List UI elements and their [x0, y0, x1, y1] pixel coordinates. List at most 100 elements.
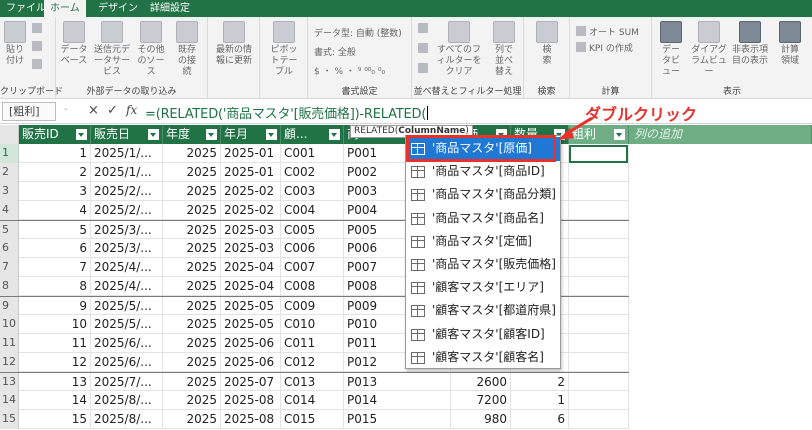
table-cell[interactable]: C006	[281, 239, 344, 258]
column-header-1[interactable]: 販売ID	[19, 125, 91, 144]
table-cell[interactable]: C007	[281, 258, 344, 277]
copy-button[interactable]	[32, 23, 45, 35]
table-cell[interactable]: 4	[19, 201, 91, 220]
table-cell[interactable]: 1	[511, 391, 569, 410]
table-cell[interactable]: 2025/8/...	[91, 391, 163, 410]
table-cell[interactable]: 980	[451, 410, 511, 429]
table-cell[interactable]: 2025/7/...	[91, 373, 163, 392]
gross-profit-cell[interactable]	[569, 373, 629, 392]
table-cell[interactable]: 13	[19, 373, 91, 392]
gross-profit-cell[interactable]	[569, 334, 629, 353]
row-number[interactable]: 15	[0, 410, 19, 429]
autocomplete-item[interactable]: '顧客マスタ'[顧客ID]	[406, 323, 560, 347]
autocomplete-item[interactable]: '顧客マスタ'[都道府県]	[406, 299, 560, 323]
gross-profit-cell[interactable]	[569, 391, 629, 410]
row-number[interactable]: 14	[0, 391, 19, 410]
format-dropdown[interactable]: 書式: 全般	[314, 45, 356, 58]
table-cell[interactable]: C010	[281, 315, 344, 334]
table-cell[interactable]: 2025	[163, 182, 221, 201]
table-cell[interactable]: 2025	[163, 163, 221, 182]
gross-profit-cell[interactable]	[569, 258, 629, 277]
table-cell[interactable]: C011	[281, 334, 344, 353]
enter-formula-button[interactable]: ✓	[107, 103, 118, 118]
existing-connection-button[interactable]: 既存の接続	[170, 21, 204, 78]
table-cell[interactable]: 2025-08	[221, 391, 281, 410]
table-cell[interactable]: 2025	[163, 239, 221, 258]
table-cell[interactable]: P014	[344, 391, 451, 410]
table-cell[interactable]: 7200	[451, 391, 511, 410]
table-cell[interactable]: 2025	[163, 144, 221, 163]
table-cell[interactable]: 2025/1/...	[91, 163, 163, 182]
row-number[interactable]: 7	[0, 258, 19, 277]
table-cell[interactable]: 2025/3/...	[91, 221, 163, 240]
table-cell[interactable]: C012	[281, 353, 344, 372]
row-number[interactable]: 9	[0, 297, 19, 316]
row-number[interactable]: 13	[0, 373, 19, 392]
table-cell[interactable]: 2	[19, 163, 91, 182]
table-cell[interactable]: C003	[281, 182, 344, 201]
table-cell[interactable]: 2025/6/...	[91, 353, 163, 372]
select-all-corner[interactable]	[0, 125, 19, 144]
calc-area-button[interactable]: 計算領域	[772, 21, 808, 67]
table-cell[interactable]: 2025-01	[221, 144, 281, 163]
autocomplete-item[interactable]: '商品マスタ'[商品分類]	[406, 183, 560, 207]
table-cell[interactable]: C004	[281, 201, 344, 220]
tab-design[interactable]: デザイン	[92, 0, 144, 17]
gross-profit-cell[interactable]	[569, 353, 629, 372]
row-number[interactable]: 11	[0, 334, 19, 353]
table-cell[interactable]: 2025-03	[221, 239, 281, 258]
table-cell[interactable]: 6	[511, 410, 569, 429]
filter-dropdown-icon[interactable]	[76, 129, 87, 140]
data-view-button[interactable]: データビュー	[654, 21, 688, 78]
table-cell[interactable]: C013	[281, 373, 344, 392]
column-header-10[interactable]: 列の追加	[629, 125, 812, 144]
table-cell[interactable]: 1	[19, 144, 91, 163]
clear-sort-button[interactable]	[418, 63, 431, 75]
database-button[interactable]: データベース	[58, 21, 90, 67]
autocomplete-item[interactable]: '商品マスタ'[商品ID]	[406, 160, 560, 184]
row-number[interactable]: 10	[0, 315, 19, 334]
gross-profit-cell[interactable]	[569, 163, 629, 182]
table-cell[interactable]: 2025	[163, 258, 221, 277]
table-cell[interactable]: 2025	[163, 315, 221, 334]
table-cell[interactable]: C002	[281, 163, 344, 182]
table-cell[interactable]: 2025/4/...	[91, 277, 163, 296]
table-cell[interactable]: 15	[19, 410, 91, 429]
table-cell[interactable]: C008	[281, 277, 344, 296]
table-cell[interactable]: P013	[344, 373, 451, 392]
formula-input[interactable]: =(RELATED('商品マスタ'[販売価格])-RELATED(	[145, 103, 429, 122]
table-cell[interactable]: 2025	[163, 334, 221, 353]
find-button[interactable]: 検索	[530, 21, 564, 67]
table-cell[interactable]: 7	[19, 258, 91, 277]
table-cell[interactable]: 2025-06	[221, 353, 281, 372]
table-cell[interactable]: 2025-08	[221, 410, 281, 429]
table-cell[interactable]: 2025/2/...	[91, 201, 163, 220]
table-cell[interactable]: 2025/1/...	[91, 144, 163, 163]
data-service-button[interactable]: 送信元データサービス	[92, 21, 132, 78]
table-cell[interactable]: 2025/2/...	[91, 182, 163, 201]
table-cell[interactable]: 10	[19, 315, 91, 334]
autocomplete-item[interactable]: '顧客マスタ'[エリア]	[406, 276, 560, 300]
table-cell[interactable]: 2025	[163, 353, 221, 372]
filter-dropdown-icon[interactable]	[614, 129, 625, 140]
table-cell[interactable]: 2025	[163, 201, 221, 220]
diagram-view-button[interactable]: ダイアグラムビュー	[690, 21, 728, 78]
gross-profit-cell[interactable]	[569, 201, 629, 220]
table-cell[interactable]: 2025-03	[221, 221, 281, 240]
table-cell[interactable]: C001	[281, 144, 344, 163]
row-number[interactable]: 5	[0, 221, 19, 240]
table-cell[interactable]: 2025/6/...	[91, 334, 163, 353]
insert-function-button[interactable]: fx	[126, 103, 137, 117]
gross-profit-cell[interactable]	[569, 297, 629, 316]
autosum-button[interactable]: オート SUM	[576, 25, 639, 38]
row-number[interactable]: 4	[0, 201, 19, 220]
table-cell[interactable]: 2025-04	[221, 277, 281, 296]
table-cell[interactable]: C005	[281, 221, 344, 240]
table-cell[interactable]: 2025/8/...	[91, 410, 163, 429]
paste-button[interactable]: 貼り付け	[2, 21, 28, 67]
table-cell[interactable]: 2025-04	[221, 258, 281, 277]
autocomplete-item[interactable]: '商品マスタ'[定価]	[406, 230, 560, 254]
filter-dropdown-icon[interactable]	[148, 129, 159, 140]
table-cell[interactable]: 2025-02	[221, 201, 281, 220]
row-number[interactable]: 3	[0, 182, 19, 201]
